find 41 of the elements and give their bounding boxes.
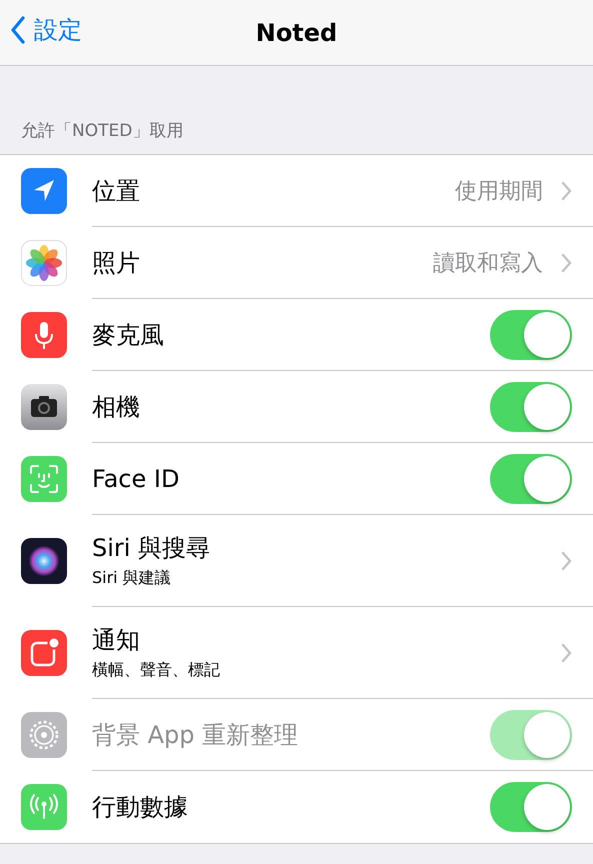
chevron-icon xyxy=(561,550,572,570)
camera-icon xyxy=(21,384,67,430)
row-label: 位置 xyxy=(92,176,141,206)
row-value: 使用期間 xyxy=(455,178,543,206)
back-chevron-icon xyxy=(10,16,26,44)
face-scan-icon xyxy=(21,456,67,502)
antenna-icon xyxy=(21,784,67,830)
window-title: Noted xyxy=(256,18,338,46)
toggle-switch[interactable] xyxy=(490,782,572,832)
notification-badge-icon xyxy=(21,630,67,676)
toggle-switch[interactable] xyxy=(490,454,572,504)
row-label: 背景 App 重新整理 xyxy=(92,720,300,750)
siri-orb-icon xyxy=(21,538,67,584)
settings-row[interactable]: 行動數據 xyxy=(0,771,593,843)
settings-row[interactable]: 通知 橫幅、聲音、標記 xyxy=(0,607,593,699)
chevron-icon xyxy=(561,252,572,272)
chevron-icon xyxy=(561,642,572,662)
chevron-icon xyxy=(561,180,572,200)
flower-icon xyxy=(21,240,67,286)
settings-row[interactable]: Face ID xyxy=(0,443,593,515)
microphone-icon xyxy=(21,312,67,358)
toggle-switch[interactable] xyxy=(490,382,572,432)
row-label: 麥克風 xyxy=(92,320,165,350)
settings-row[interactable]: 照片 讀取和寫入 xyxy=(0,227,593,299)
settings-row[interactable]: Siri 與搜尋 Siri 與建議 xyxy=(0,515,593,607)
row-subtitle: Siri 與建議 xyxy=(92,568,172,589)
row-label: Siri 與搜尋 xyxy=(92,533,212,564)
settings-row[interactable]: 位置 使用期間 xyxy=(0,155,593,227)
section-header: 允許「NOTED」取用 xyxy=(21,120,184,142)
back-button[interactable]: 設定 xyxy=(10,14,82,46)
toggle-switch[interactable] xyxy=(490,310,572,360)
row-subtitle: 橫幅、聲音、標記 xyxy=(92,660,221,681)
row-label: Face ID xyxy=(92,464,180,492)
settings-row[interactable]: 相機 xyxy=(0,371,593,443)
gear-icon xyxy=(21,712,67,758)
row-label: 行動數據 xyxy=(92,792,189,823)
row-label: 照片 xyxy=(92,248,141,278)
row-value: 讀取和寫入 xyxy=(433,250,543,278)
row-label: 通知 xyxy=(92,625,141,656)
row-label: 相機 xyxy=(92,392,141,422)
settings-row[interactable]: 麥克風 xyxy=(0,299,593,371)
